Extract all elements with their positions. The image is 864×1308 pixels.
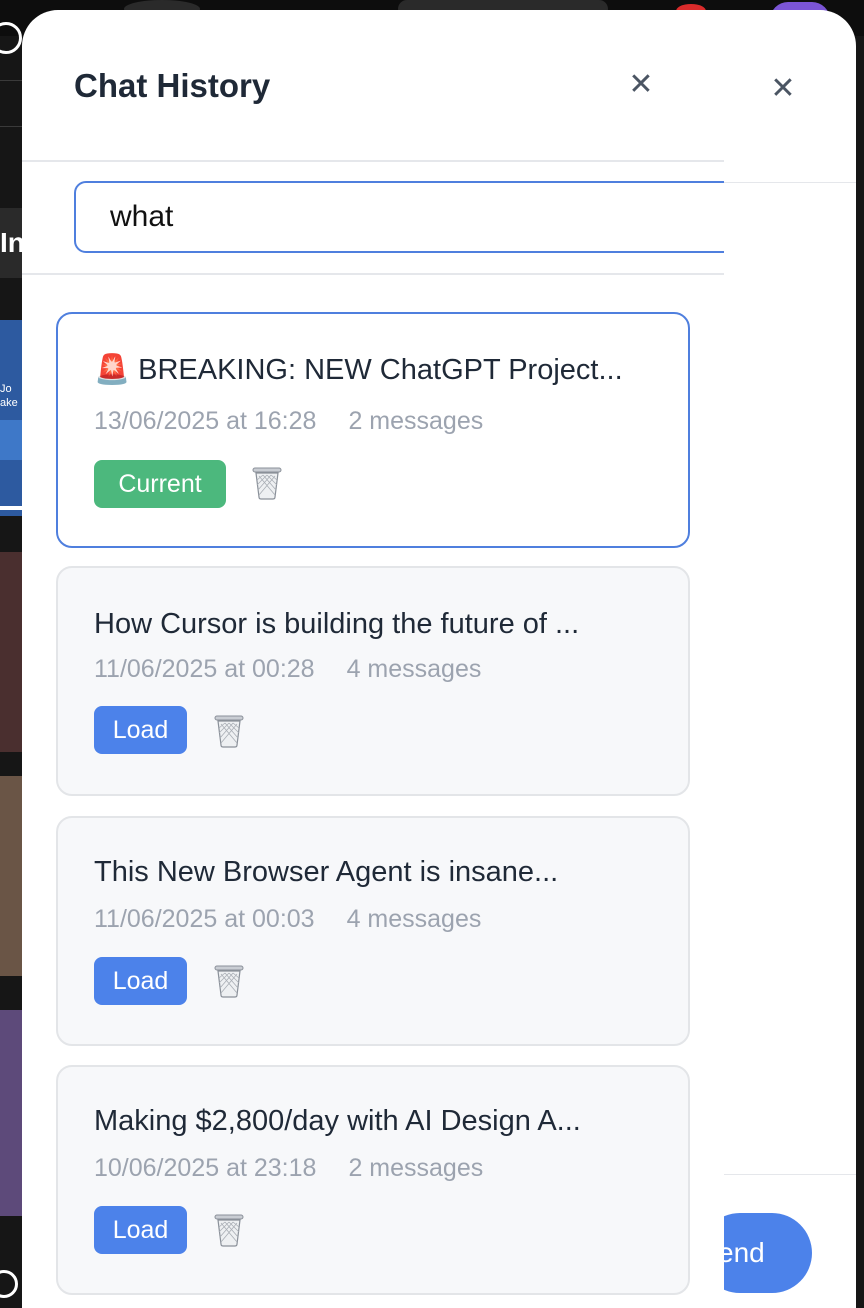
video-thumbnail[interactable]: [0, 552, 22, 752]
chat-meta: 11/06/2025 at 00:03 4 messages: [94, 904, 481, 934]
trash-icon[interactable]: [212, 1211, 246, 1247]
chat-history-item[interactable]: 🚨 BREAKING: NEW ChatGPT Project... 13/06/…: [56, 312, 690, 548]
record-icon[interactable]: [0, 1270, 18, 1298]
chat-title: How Cursor is building the future of ...: [94, 608, 580, 640]
trash-icon[interactable]: [250, 464, 284, 500]
chat-message-count: 4 messages: [346, 655, 482, 683]
close-icon: ✕: [628, 68, 654, 101]
search-input[interactable]: [74, 181, 724, 253]
partial-heading: In: [0, 208, 22, 278]
divider: [0, 80, 22, 81]
video-thumbnail[interactable]: [0, 1010, 22, 1216]
chat-message-count: 2 messages: [348, 1154, 484, 1182]
chat-history-item[interactable]: How Cursor is building the future of ...…: [56, 566, 690, 796]
chat-history-modal: Chat History ✕ 🚨BREAKING: NEW ChatGPT Pr…: [22, 10, 724, 1308]
chat-title-text: BREAKING: NEW ChatGPT Project...: [138, 354, 623, 386]
current-badge: Current: [94, 460, 226, 508]
load-chat-button[interactable]: Load: [94, 957, 187, 1005]
record-icon[interactable]: [0, 22, 22, 54]
chat-date: 13/06/2025 at 16:28: [94, 407, 317, 435]
chat-date: 11/06/2025 at 00:03: [94, 905, 315, 933]
modal-title: Chat History: [74, 67, 271, 104]
chat-message-count: 4 messages: [346, 905, 482, 933]
chat-meta: 10/06/2025 at 23:18 2 messages: [94, 1153, 483, 1183]
chat-title: This New Browser Agent is insane...: [94, 856, 559, 888]
chat-message-count: 2 messages: [348, 407, 484, 435]
chat-title: 🚨 BREAKING: NEW ChatGPT Project...: [94, 352, 654, 388]
chat-meta: 11/06/2025 at 00:28 4 messages: [94, 654, 481, 684]
chat-date: 11/06/2025 at 00:28: [94, 655, 315, 683]
trash-icon[interactable]: [212, 712, 246, 748]
siren-icon: 🚨: [94, 354, 131, 386]
load-chat-button[interactable]: Load: [94, 1206, 187, 1254]
load-chat-button[interactable]: Load: [94, 706, 187, 754]
thumbnail-caption: Jo ake: [0, 383, 18, 409]
chat-date: 10/06/2025 at 23:18: [94, 1154, 317, 1182]
divider: [0, 126, 22, 127]
chat-title: Making $2,800/day with AI Design A...: [94, 1105, 581, 1137]
trash-icon[interactable]: [212, 962, 246, 998]
close-modal-button[interactable]: ✕: [624, 68, 658, 102]
search-divider: [22, 273, 724, 275]
chat-history-item[interactable]: Making $2,800/day with AI Design A... 10…: [56, 1065, 690, 1295]
close-panel-button[interactable]: ✕: [766, 72, 800, 106]
chat-history-item[interactable]: This New Browser Agent is insane... 11/0…: [56, 816, 690, 1046]
video-thumbnail[interactable]: [0, 776, 22, 976]
close-icon: ✕: [770, 72, 796, 105]
chat-meta: 13/06/2025 at 16:28 2 messages: [94, 406, 483, 436]
video-thumbnail[interactable]: Jo ake: [0, 320, 22, 516]
header-divider: [22, 160, 724, 162]
modal-header: Chat History ✕: [22, 10, 724, 162]
send-button-label: end: [718, 1237, 765, 1268]
